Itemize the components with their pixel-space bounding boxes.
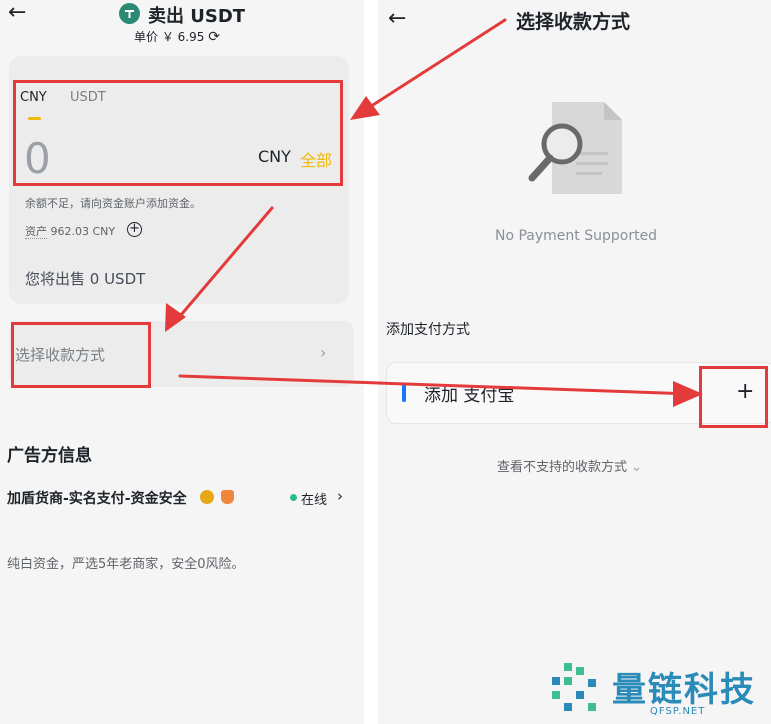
usdt-token-icon <box>119 3 140 24</box>
unit-price-label: 单价 ￥ 6.95 <box>134 30 205 44</box>
shield-badge-icon <box>221 490 234 504</box>
no-payment-illustration-icon <box>528 100 623 200</box>
chevron-down-icon: ⌄ <box>631 460 643 475</box>
watermark-text: 量链科技 <box>612 670 756 710</box>
annotation-box-amount <box>13 80 343 186</box>
advertiser-section-title: 广告方信息 <box>7 446 92 466</box>
refresh-icon[interactable]: ⟳ <box>208 29 220 45</box>
annotation-box-add-button <box>699 366 768 428</box>
watermark-subtext: QFSP.NET <box>650 706 706 717</box>
asset-label: 资产 <box>25 225 47 239</box>
empty-state-text: No Payment Supported <box>495 228 658 244</box>
page-title: 卖出 USDT <box>148 6 246 27</box>
sell-summary: 您将出售 0 USDT <box>25 270 146 288</box>
alipay-indicator <box>402 384 406 402</box>
back-arrow-icon[interactable]: ← <box>388 8 406 30</box>
back-arrow-icon[interactable]: ← <box>8 2 26 24</box>
add-alipay-label: 添加 支付宝 <box>424 386 515 406</box>
annotation-box-select-payment <box>11 322 151 388</box>
unit-price: 单价 ￥ 6.95 ⟳ <box>134 28 220 45</box>
asset-balance: 资产 962.03 CNY <box>25 223 115 239</box>
view-unsupported-link[interactable]: 查看不支持的收款方式 ⌄ <box>497 456 642 475</box>
merchant-chevron-icon[interactable]: › <box>337 487 343 505</box>
merchant-description: 纯白资金，严选5年老商家，安全0风险。 <box>7 557 245 572</box>
watermark-logo-icon <box>550 663 602 723</box>
chevron-right-icon: › <box>320 343 327 362</box>
verified-badge-icon <box>200 490 214 504</box>
merchant-name[interactable]: 加盾货商-实名支付-资金安全 <box>7 488 187 508</box>
select-payment-screen: ← 选择收款方式 No Payment Supported 添加支付方式 添加 … <box>378 0 771 724</box>
asset-value: 962.03 CNY <box>50 225 116 238</box>
online-status-dot <box>290 494 297 501</box>
page-title: 选择收款方式 <box>516 11 631 33</box>
online-status: 在线 <box>301 493 328 508</box>
view-unsupported-label: 查看不支持的收款方式 <box>497 460 628 475</box>
add-payment-section-title: 添加支付方式 <box>386 322 470 338</box>
insufficient-balance-hint: 余额不足，请向资金账户添加资金。 <box>25 197 201 210</box>
add-funds-icon[interactable]: + <box>127 222 142 237</box>
